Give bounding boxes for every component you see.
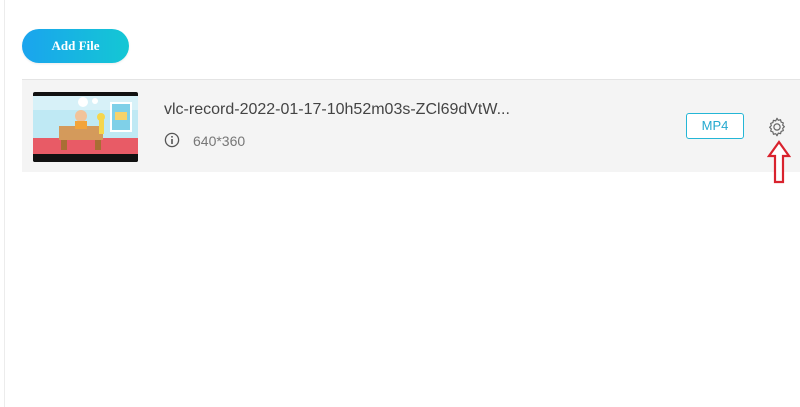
up-arrow-annotation-icon <box>766 140 792 184</box>
left-edge-divider <box>4 0 5 407</box>
add-file-button[interactable]: Add File <box>22 29 129 63</box>
video-thumbnail <box>33 92 138 162</box>
file-name: vlc-record-2022-01-17-10h52m03s-ZCl69dVt… <box>164 101 510 118</box>
output-format-button[interactable]: MP4 <box>686 113 744 139</box>
info-icon[interactable] <box>164 132 180 148</box>
gear-icon[interactable] <box>766 116 788 138</box>
video-resolution: 640*360 <box>193 133 246 149</box>
file-list-item[interactable]: vlc-record-2022-01-17-10h52m03s-ZCl69dVt… <box>22 79 800 172</box>
